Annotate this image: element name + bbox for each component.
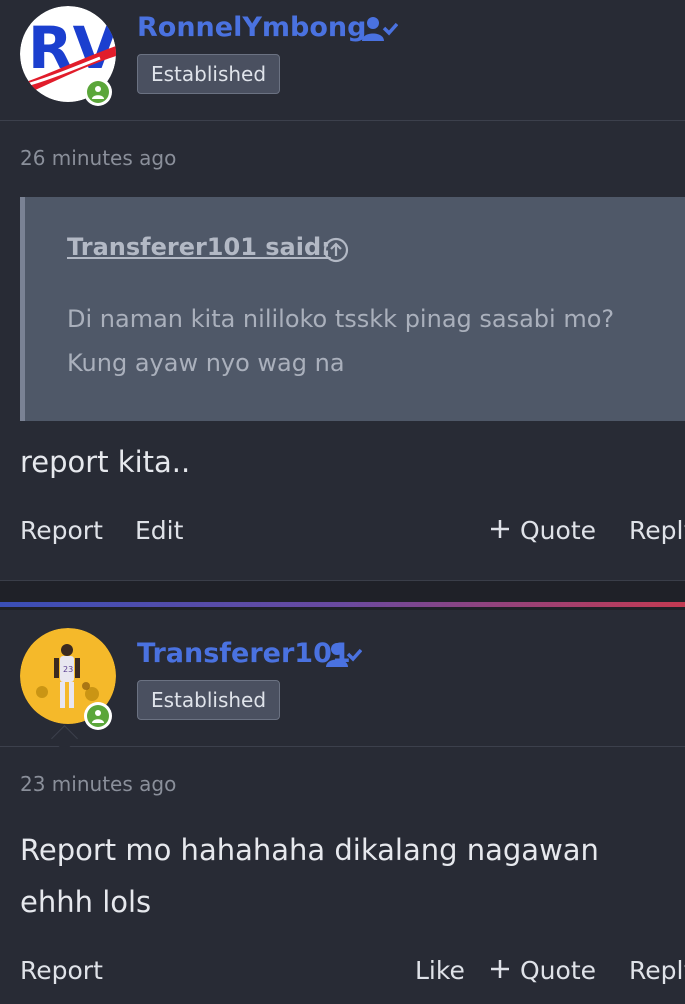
quote-button-label: Quote [520, 516, 597, 545]
post-timestamp[interactable]: 26 minutes ago [20, 146, 176, 170]
arrow-up-circle-icon[interactable] [323, 237, 349, 267]
plus-icon [490, 956, 510, 985]
user-check-icon [362, 16, 399, 46]
post: 23 Transferer101 Established 23 minutes … [0, 610, 685, 1004]
user-check-icon [326, 642, 363, 672]
post-timestamp[interactable]: 23 minutes ago [20, 772, 176, 796]
post-message: Report mo hahahaha dikalang nagawan ehhh… [20, 833, 599, 919]
plus-icon [490, 516, 510, 545]
avatar-pointer [51, 725, 78, 752]
divider [0, 120, 685, 121]
svg-text:23: 23 [63, 665, 73, 674]
online-status-icon [84, 78, 112, 106]
quote-author-link[interactable]: Transferer101 said: [67, 233, 331, 261]
edit-button[interactable]: Edit [135, 516, 183, 545]
like-button[interactable]: Like [415, 956, 465, 985]
quote-button[interactable]: Quote [490, 956, 596, 985]
post-message: report kita.. [20, 445, 191, 479]
post: RV RonnelYmbong Established 26 minutes a… [0, 0, 685, 581]
quote-button-label: Quote [520, 956, 597, 985]
username-link[interactable]: RonnelYmbong [137, 12, 366, 43]
online-status-icon [84, 702, 112, 730]
post-separator [0, 602, 685, 607]
quote-block: Transferer101 said: Di naman kita nililo… [20, 197, 685, 421]
user-title-badge: Established [137, 680, 281, 720]
thread-page: RV RonnelYmbong Established 26 minutes a… [0, 0, 685, 1004]
divider [0, 746, 685, 747]
report-button[interactable]: Report [20, 516, 103, 545]
reply-button[interactable]: Reply [629, 956, 685, 985]
quote-text: Di naman kita nililoko tsskk pinag sasab… [67, 305, 615, 377]
reply-button[interactable]: Reply [629, 516, 685, 545]
quote-button[interactable]: Quote [490, 516, 596, 545]
report-button[interactable]: Report [20, 956, 103, 985]
username-link[interactable]: Transferer101 [137, 638, 351, 669]
user-title-badge: Established [137, 54, 281, 94]
